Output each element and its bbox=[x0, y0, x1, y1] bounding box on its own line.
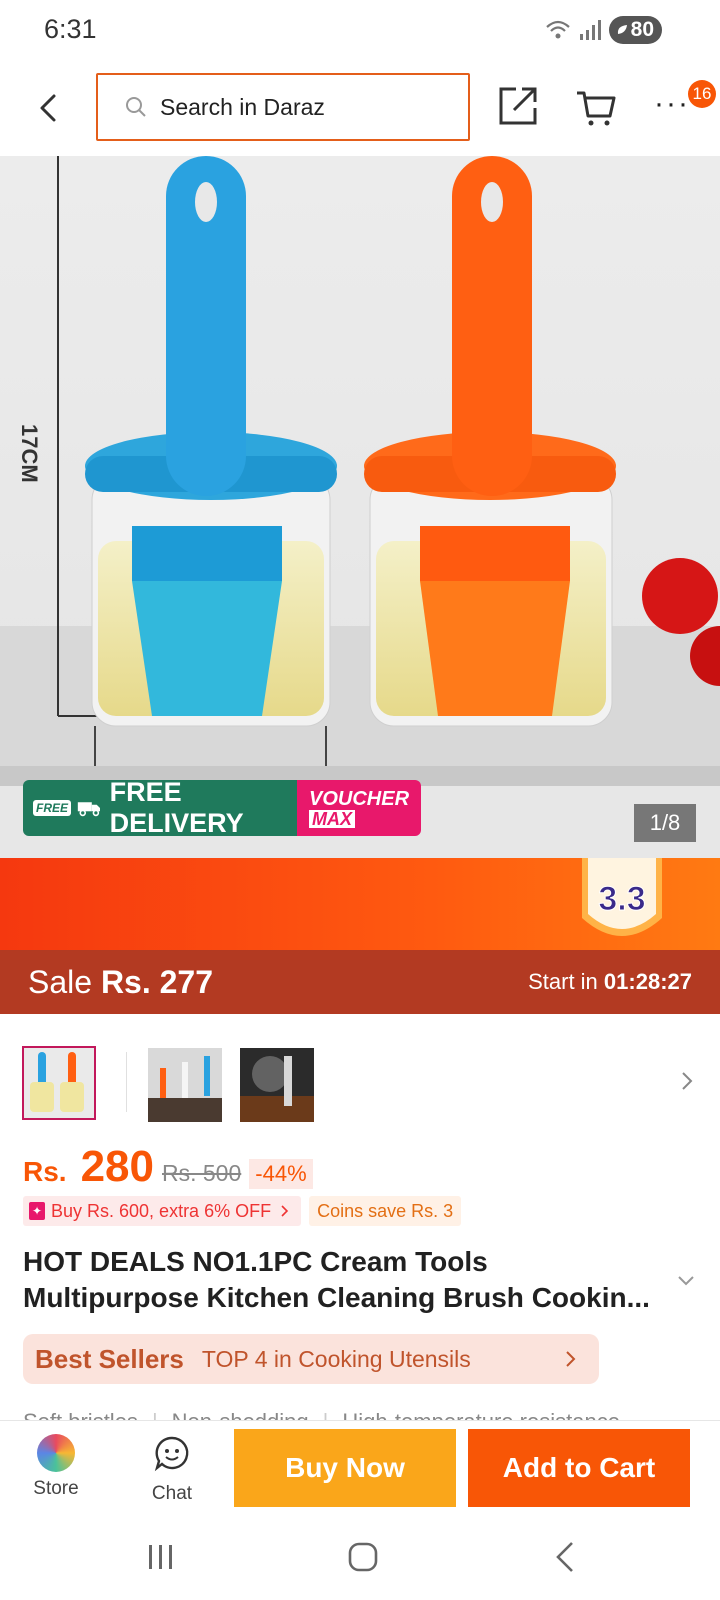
sale-countdown: Start in 01:28:27 bbox=[528, 969, 692, 995]
recent-apps-icon[interactable] bbox=[146, 1542, 176, 1572]
nav-back-icon[interactable] bbox=[552, 1540, 578, 1574]
discount-badge: -44% bbox=[249, 1159, 313, 1189]
free-tag: FREE bbox=[33, 800, 72, 816]
home-icon[interactable] bbox=[348, 1542, 378, 1572]
status-time: 6:31 bbox=[44, 14, 97, 44]
buy-more-promo[interactable]: ✦ Buy Rs. 600, extra 6% OFF bbox=[23, 1196, 302, 1226]
store-avatar-icon bbox=[37, 1434, 75, 1472]
free-delivery-badge: FREE FREE DELIVERY bbox=[23, 780, 297, 836]
thumbnail-3[interactable] bbox=[240, 1048, 314, 1122]
chat-label: Chat bbox=[151, 1483, 193, 1504]
signal-icon bbox=[579, 20, 601, 40]
product-image-gallery[interactable]: 17CM FREE FREE DELIVERY VOUCHER MAX 1/8 bbox=[0, 156, 720, 858]
feature-separator: | bbox=[152, 1402, 158, 1420]
promo-voucher-icon: ✦ bbox=[29, 1202, 45, 1220]
product-title: HOT DEALS NO1.1PC Cream Tools Multipurpo… bbox=[23, 1246, 650, 1313]
voucher-text: VOUCHER bbox=[309, 787, 410, 810]
current-price: 280 bbox=[80, 1142, 154, 1191]
feature-item: High-temperature resistance bbox=[342, 1402, 620, 1420]
chevron-right-icon bbox=[682, 1072, 693, 1090]
chevron-down-icon bbox=[678, 1276, 694, 1286]
thumbnail-image bbox=[24, 1048, 94, 1118]
sale-price-info: Sale Rs. 277 bbox=[28, 964, 213, 1001]
feature-separator: | bbox=[323, 1402, 329, 1420]
add-to-cart-button[interactable]: Add to Cart bbox=[468, 1429, 690, 1507]
image-page-indicator: 1/8 bbox=[634, 804, 696, 842]
start-in-label: Start in bbox=[528, 969, 598, 994]
cart-icon bbox=[577, 91, 616, 126]
campaign-logo-icon: 3.3 bbox=[582, 858, 662, 936]
thumbnail-image bbox=[148, 1048, 222, 1122]
feature-highlights: Soft bristles | Non-shedding | High-temperat… bbox=[23, 1402, 703, 1420]
back-button[interactable] bbox=[30, 88, 70, 128]
buy-more-text: Buy Rs. 600, extra 6% OFF bbox=[51, 1200, 272, 1221]
bottom-action-bar: Store Chat Buy Now Add to Cart bbox=[0, 1420, 720, 1510]
currency-label: Rs. bbox=[23, 1156, 67, 1187]
truck-icon bbox=[77, 802, 101, 817]
thumbnail-2[interactable] bbox=[148, 1048, 222, 1122]
chevron-left-icon bbox=[40, 94, 56, 122]
wifi-icon bbox=[545, 20, 570, 39]
battery-indicator: 80 bbox=[608, 16, 662, 44]
feature-item: Non-shedding bbox=[172, 1402, 309, 1420]
best-sellers-banner[interactable]: Best Sellers TOP 4 in Cooking Utensils bbox=[23, 1334, 599, 1384]
best-sellers-title: Best Sellers bbox=[35, 1343, 184, 1374]
cart-button[interactable] bbox=[574, 86, 618, 130]
thumbnail-1[interactable] bbox=[22, 1046, 96, 1120]
campaign-logo-text: 3.3 bbox=[598, 880, 645, 918]
thumbnail-image bbox=[240, 1048, 314, 1122]
status-bar: 6:31 80 bbox=[0, 0, 720, 62]
store-label: Store bbox=[33, 1478, 79, 1499]
chat-button[interactable]: Chat bbox=[134, 1431, 210, 1507]
share-button[interactable] bbox=[496, 84, 540, 128]
top-header: ··· bbox=[0, 62, 720, 156]
notification-badge: 16 bbox=[688, 80, 716, 108]
product-photo bbox=[0, 156, 720, 858]
battery-saver-icon bbox=[617, 25, 627, 34]
chevron-right-icon bbox=[566, 1351, 576, 1367]
chevron-right-icon bbox=[281, 1205, 289, 1217]
free-delivery-banner: FREE FREE DELIVERY VOUCHER MAX bbox=[23, 780, 421, 836]
search-icon bbox=[126, 97, 146, 117]
search-bar[interactable] bbox=[96, 73, 470, 141]
sale-label: Sale bbox=[28, 963, 93, 1000]
campaign-banner[interactable]: 3.3 bbox=[0, 858, 720, 950]
battery-level: 80 bbox=[630, 18, 654, 41]
buy-now-button[interactable]: Buy Now bbox=[234, 1429, 456, 1507]
dimension-label: 17CM bbox=[17, 424, 42, 483]
voucher-max-text: MAX bbox=[309, 809, 355, 828]
feature-item: Soft bristles bbox=[23, 1402, 138, 1420]
thumbnail-divider bbox=[126, 1052, 127, 1112]
coins-save-tag: Coins save Rs. 3 bbox=[309, 1196, 462, 1226]
more-dots-icon: ··· bbox=[654, 87, 690, 120]
flash-sale-bar: Sale Rs. 277 Start in 01:28:27 bbox=[0, 950, 720, 1014]
chat-icon bbox=[154, 1436, 189, 1472]
store-button[interactable]: Store bbox=[18, 1431, 94, 1507]
sale-price: Rs. 277 bbox=[100, 963, 214, 1000]
best-sellers-rank: TOP 4 in Cooking Utensils bbox=[201, 1345, 471, 1372]
promo-tags: ✦ Buy Rs. 600, extra 6% OFF Coins save R… bbox=[23, 1196, 462, 1226]
title-expand-button[interactable] bbox=[674, 1268, 698, 1292]
system-nav-bar bbox=[0, 1510, 720, 1600]
status-icons: 80 bbox=[545, 16, 662, 44]
share-icon bbox=[499, 87, 537, 125]
variant-thumbnails bbox=[0, 1044, 720, 1124]
search-input[interactable] bbox=[160, 93, 460, 121]
countdown-timer: 01:28:27 bbox=[603, 969, 692, 994]
price-row: Rs. 280 Rs. 500 -44% bbox=[23, 1142, 313, 1192]
free-delivery-text: FREE DELIVERY bbox=[109, 780, 244, 836]
voucher-max-badge: VOUCHER MAX bbox=[297, 780, 421, 836]
thumbnails-next-button[interactable] bbox=[672, 1066, 702, 1096]
original-price: Rs. 500 bbox=[162, 1160, 242, 1186]
